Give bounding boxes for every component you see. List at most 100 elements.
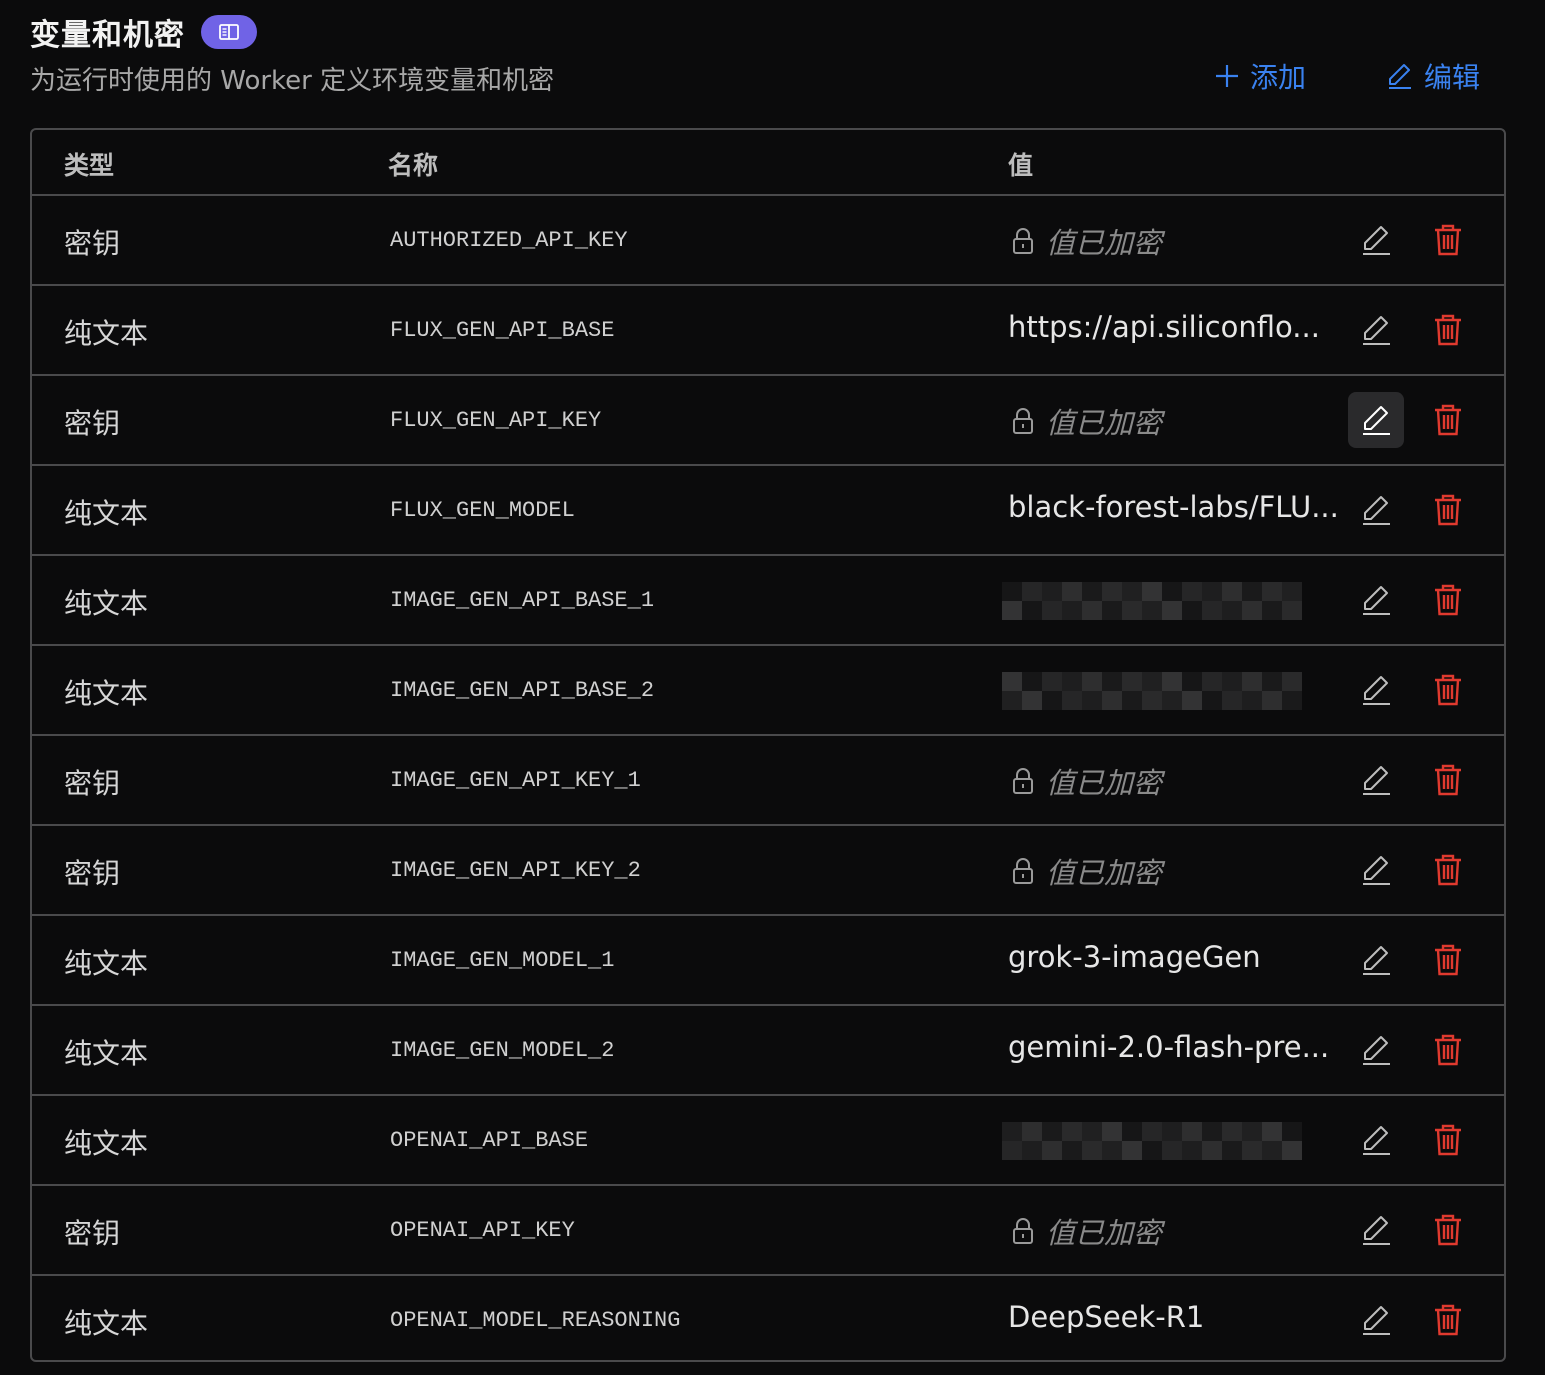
trash-icon [1435,944,1461,976]
trash-icon [1435,404,1461,436]
delete-row-button[interactable] [1420,572,1476,628]
encrypted-label: 值已加密 [1046,406,1163,440]
cell-type: 纯文本 [64,317,149,350]
cell-type: 密钥 [64,857,121,890]
table-row: 密钥 FLUX_GEN_API_KEY 值已加密 [32,376,1504,466]
cell-value-redacted [1002,582,1312,620]
delete-row-button[interactable] [1420,392,1476,448]
trash-icon [1435,764,1461,796]
add-button-label: 添加 [1249,61,1306,94]
table-row: 密钥 OPENAI_API_KEY 值已加密 [32,1186,1504,1276]
edit-row-button[interactable] [1348,752,1404,808]
cell-name: OPENAI_API_KEY [390,1218,575,1243]
pencil-icon [1363,226,1390,255]
edit-all-button-label: 编辑 [1423,61,1480,94]
cell-name: FLUX_GEN_API_BASE [390,318,615,343]
cell-value: https://api.siliconflo... [1008,310,1320,344]
cell-name: IMAGE_GEN_API_BASE_1 [390,588,655,613]
pencil-icon [1363,1216,1390,1245]
lock-icon [1013,408,1033,434]
table-row: 纯文本 OPENAI_MODEL_REASONING DeepSeek-R1 [32,1276,1504,1360]
trash-icon [1435,1214,1461,1246]
delete-row-button[interactable] [1420,302,1476,358]
delete-row-button[interactable] [1420,842,1476,898]
cell-type: 密钥 [64,407,121,440]
delete-row-button[interactable] [1420,1022,1476,1078]
edit-row-button[interactable] [1348,572,1404,628]
trash-icon [1435,494,1461,526]
pencil-icon [1363,1036,1390,1065]
pencil-icon [1363,676,1390,705]
cell-name: IMAGE_GEN_API_KEY_1 [390,768,641,793]
header-actions: 添加 编辑 [1214,56,1480,96]
edit-row-button[interactable] [1348,1202,1404,1258]
trash-icon [1435,314,1461,346]
page-title: 变量和机密 [30,18,185,53]
cell-type: 密钥 [64,767,121,800]
delete-row-button[interactable] [1420,932,1476,988]
edit-row-button[interactable] [1348,662,1404,718]
edit-row-button[interactable] [1348,1022,1404,1078]
table-body: 密钥 AUTHORIZED_API_KEY 值已加密 纯文本 FLUX_GEN_API_… [32,196,1504,1360]
plus-icon [1215,65,1238,87]
edit-row-button[interactable] [1348,392,1404,448]
lock-icon [1013,228,1033,254]
table-row: 纯文本 IMAGE_GEN_MODEL_1 grok-3-imageGen [32,916,1504,1006]
table-row: 纯文本 FLUX_GEN_API_BASE https://api.siliconf… [32,286,1504,376]
table-header: 类型 名称 值 [32,130,1504,196]
cell-value: gemini-2.0-flash-pre... [1008,1030,1330,1064]
cell-name: IMAGE_GEN_API_BASE_2 [390,678,655,703]
pencil-icon [1363,406,1390,435]
edit-all-button[interactable]: 编辑 [1386,56,1480,96]
cell-value-redacted [1002,672,1312,710]
column-header-value: 值 [1008,151,1034,180]
edit-row-button[interactable] [1348,842,1404,898]
edit-row-button[interactable] [1348,1112,1404,1168]
encrypted-label: 值已加密 [1046,1216,1163,1250]
table-row: 密钥 IMAGE_GEN_API_KEY_2 值已加密 [32,826,1504,916]
pencil-icon [1363,766,1390,795]
cell-value-encrypted: 值已加密 [1012,1210,1162,1252]
add-button[interactable]: 添加 [1214,56,1306,96]
variables-table: 类型 名称 值 密钥 AUTHORIZED_API_KEY 值已加密 纯文本 FLUX_… [30,128,1506,1362]
trash-icon [1435,224,1461,256]
cell-type: 密钥 [64,227,121,260]
cell-type: 纯文本 [64,587,149,620]
cell-type: 纯文本 [64,1037,149,1070]
trash-icon [1435,584,1461,616]
pencil-icon [1363,316,1390,345]
encrypted-label: 值已加密 [1046,226,1163,260]
edit-row-button[interactable] [1348,932,1404,988]
encrypted-label: 值已加密 [1046,766,1163,800]
delete-row-button[interactable] [1420,1112,1476,1168]
cell-value-encrypted: 值已加密 [1012,220,1162,262]
lock-icon [1013,768,1033,794]
edit-row-button[interactable] [1348,1292,1404,1348]
cell-name: FLUX_GEN_MODEL [390,498,575,523]
delete-row-button[interactable] [1420,212,1476,268]
edit-row-button[interactable] [1348,302,1404,358]
pencil-icon [1363,1126,1390,1155]
delete-row-button[interactable] [1420,1202,1476,1258]
trash-icon [1435,854,1461,886]
edit-row-button[interactable] [1348,482,1404,538]
cell-value: DeepSeek-R1 [1008,1300,1205,1334]
delete-row-button[interactable] [1420,482,1476,538]
column-header-name: 名称 [388,151,439,180]
cell-value-redacted [1002,1122,1312,1160]
pencil-icon [1363,1306,1390,1335]
pencil-icon [1363,586,1390,615]
table-row: 纯文本 IMAGE_GEN_MODEL_2 gemini-2.0-flash-pre… [32,1006,1504,1096]
page-header: 变量和机密 为运行时使用的 Worker 定义环境变量和机密 添加 编辑 [30,10,1510,110]
table-row: 纯文本 IMAGE_GEN_API_BASE_1 [32,556,1504,646]
docs-badge[interactable] [201,15,257,49]
cell-type: 纯文本 [64,947,149,980]
delete-row-button[interactable] [1420,752,1476,808]
delete-row-button[interactable] [1420,1292,1476,1348]
cell-value-encrypted: 值已加密 [1012,850,1162,892]
trash-icon [1435,1304,1461,1336]
delete-row-button[interactable] [1420,662,1476,718]
lock-icon [1013,858,1033,884]
edit-row-button[interactable] [1348,212,1404,268]
cell-value: black-forest-labs/FLU... [1008,490,1339,524]
